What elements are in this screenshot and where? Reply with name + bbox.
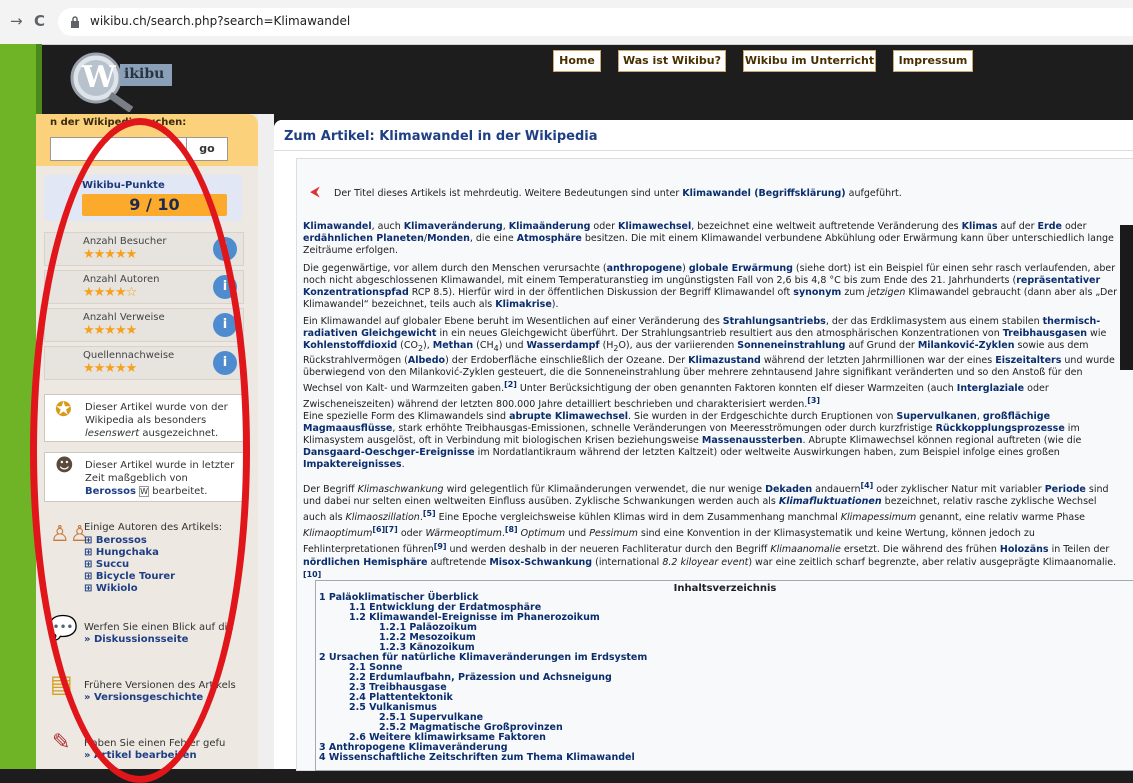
panel-title: Zum Artikel: Klimawandel in der Wikipedi…	[284, 129, 598, 144]
red-annotation-oval	[30, 118, 250, 783]
toc-item[interactable]: 1.2.2 Mesozoikum	[319, 633, 647, 643]
toc-item[interactable]: 1.2 Klimawandel-Ereignisse im Phanerozoi…	[319, 613, 647, 623]
address-bar[interactable]: wikibu.ch/search.php?search=Klimawandel	[58, 8, 1133, 36]
forward-icon[interactable]: →	[10, 12, 23, 30]
nav-was-ist-wikibu[interactable]: Was ist Wikibu?	[618, 50, 726, 72]
article-paragraph: Ein Klimawandel auf globaler Ebene beruh…	[303, 316, 1115, 411]
nav-wikibu-im-unterricht[interactable]: Wikibu im Unterricht	[743, 50, 876, 72]
toc-item[interactable]: 2.5 Vulkanismus	[319, 703, 647, 713]
pencil-icon: ✎	[52, 730, 71, 755]
nav-home[interactable]: Home	[553, 50, 601, 72]
reload-icon[interactable]: C	[34, 12, 45, 30]
browser-toolbar: → C wikibu.ch/search.php?search=Klimawan…	[0, 0, 1133, 45]
article-paragraph: Der Begriff Klimaschwankung wird gelegen…	[303, 481, 1117, 579]
toc-list: 1 Paläoklimatischer Überblick 1.1 Entwick…	[319, 593, 647, 763]
toc-item[interactable]: 4 Wissenschaftliche Zeitschriften zum Th…	[319, 753, 647, 763]
article-paragraph: Klimawandel, auch Klimaveränderung, Klim…	[303, 221, 1114, 256]
hatnote: Der Titel dieses Artikels ist mehrdeutig…	[334, 188, 902, 199]
toc-item[interactable]: 1.2.1 Paläozoikum	[319, 623, 647, 633]
article-paragraph: Eine spezielle Form des Klimawandels sin…	[303, 411, 1082, 470]
nav-impressum[interactable]: Impressum	[893, 50, 973, 72]
logo-text: ikibu	[124, 66, 165, 82]
article-paragraph: Die gegenwärtige, vor allem durch den Me…	[303, 263, 1118, 310]
url-text: wikibu.ch/search.php?search=Klimawandel	[90, 14, 351, 28]
disambiguation-icon: ⮜	[310, 184, 320, 200]
logo-letter: W	[82, 60, 116, 95]
lock-icon	[70, 14, 80, 33]
hatnote-link[interactable]: Klimawandel (Begriffsklärung)	[682, 188, 845, 199]
infobox-image	[1120, 225, 1133, 370]
content-frame	[258, 114, 274, 769]
